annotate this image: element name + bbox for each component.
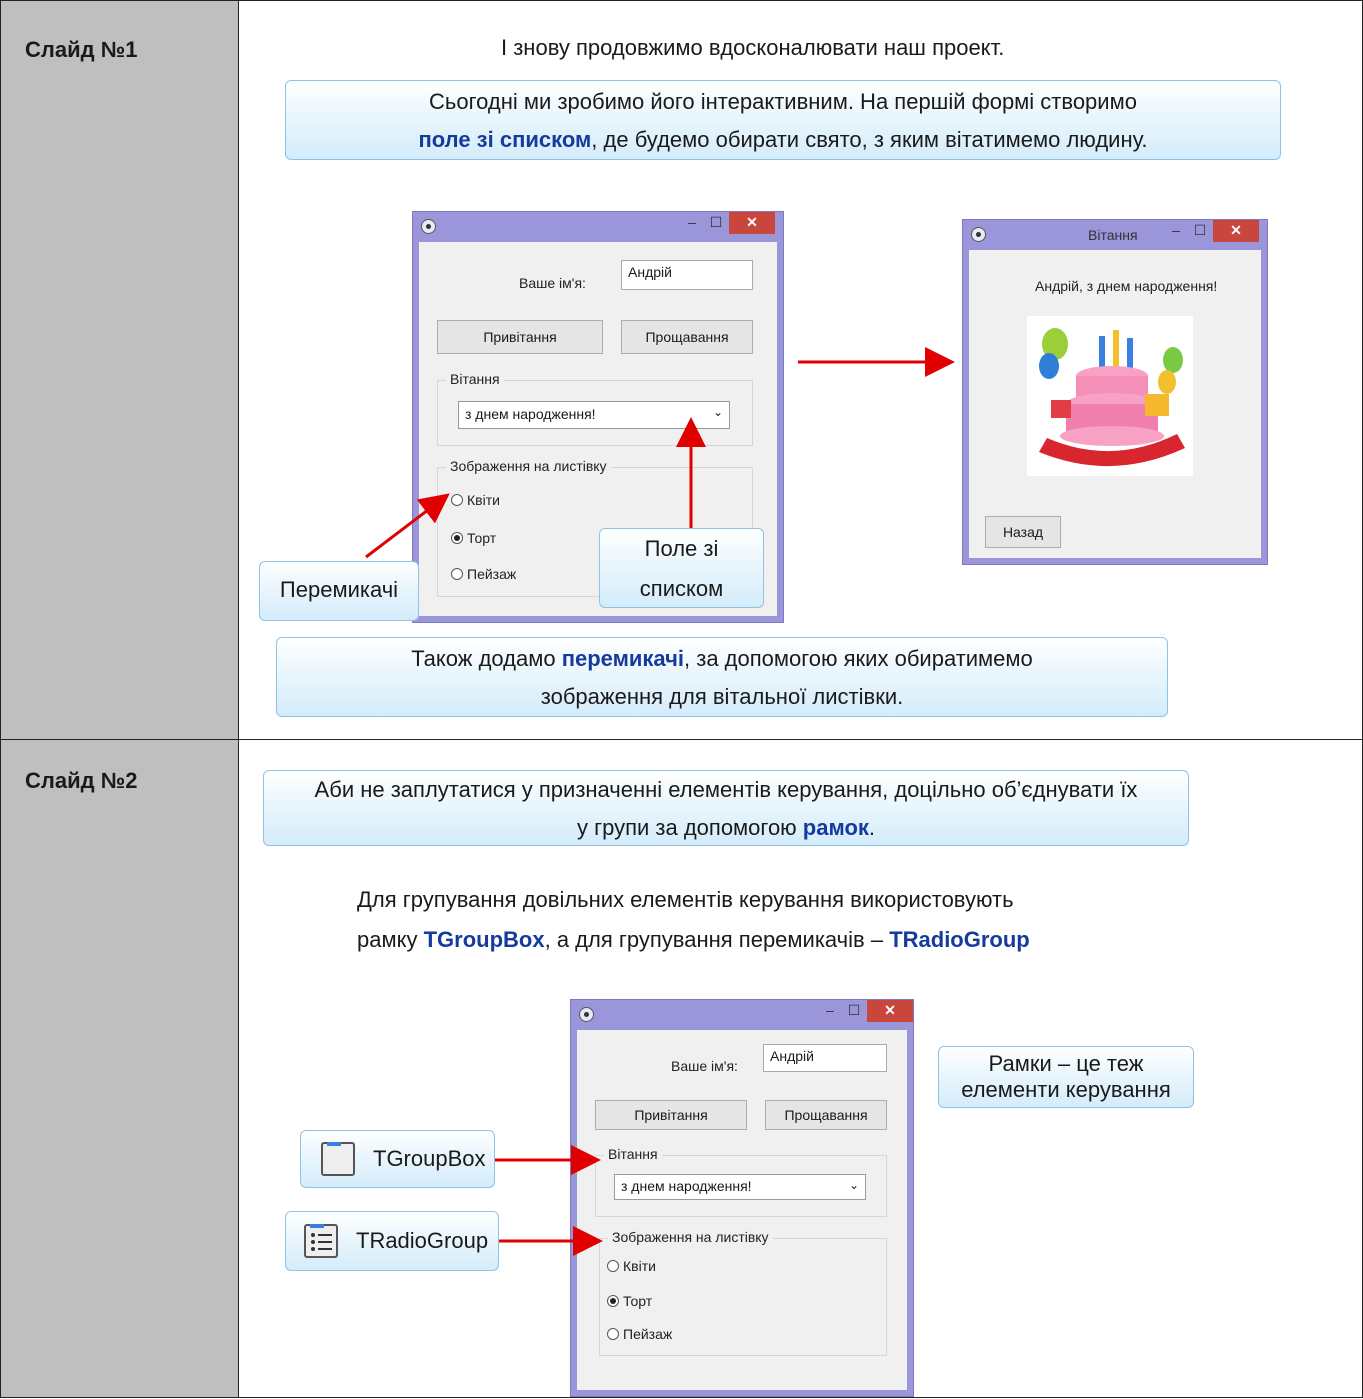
slide-2-row: Слайд №2 Аби не заплутатися у призначенн… [0,739,1363,1398]
callout-line: зображення для вітальної листівки. [540,684,904,709]
arrow-to-radios [365,493,450,559]
slide-1-row: Слайд №1 І знову продовжимо вдосконалюва… [0,0,1363,740]
callout-text: Також додамо [411,646,562,671]
slide-1-callout-bottom: Також додамо перемикачі, за допомогою як… [276,637,1168,717]
slide-2-arrows [495,1145,603,1256]
document-page: Слайд №1 І знову продовжимо вдосконалюва… [0,0,1363,1398]
highlight-text: перемикачі [561,646,685,671]
callout-text: , за допомогою яких обиратимемо [684,646,1033,671]
callout-line: Також додамо перемикачі, за допомогою як… [277,640,1167,678]
slide-1-arrows [365,347,955,559]
